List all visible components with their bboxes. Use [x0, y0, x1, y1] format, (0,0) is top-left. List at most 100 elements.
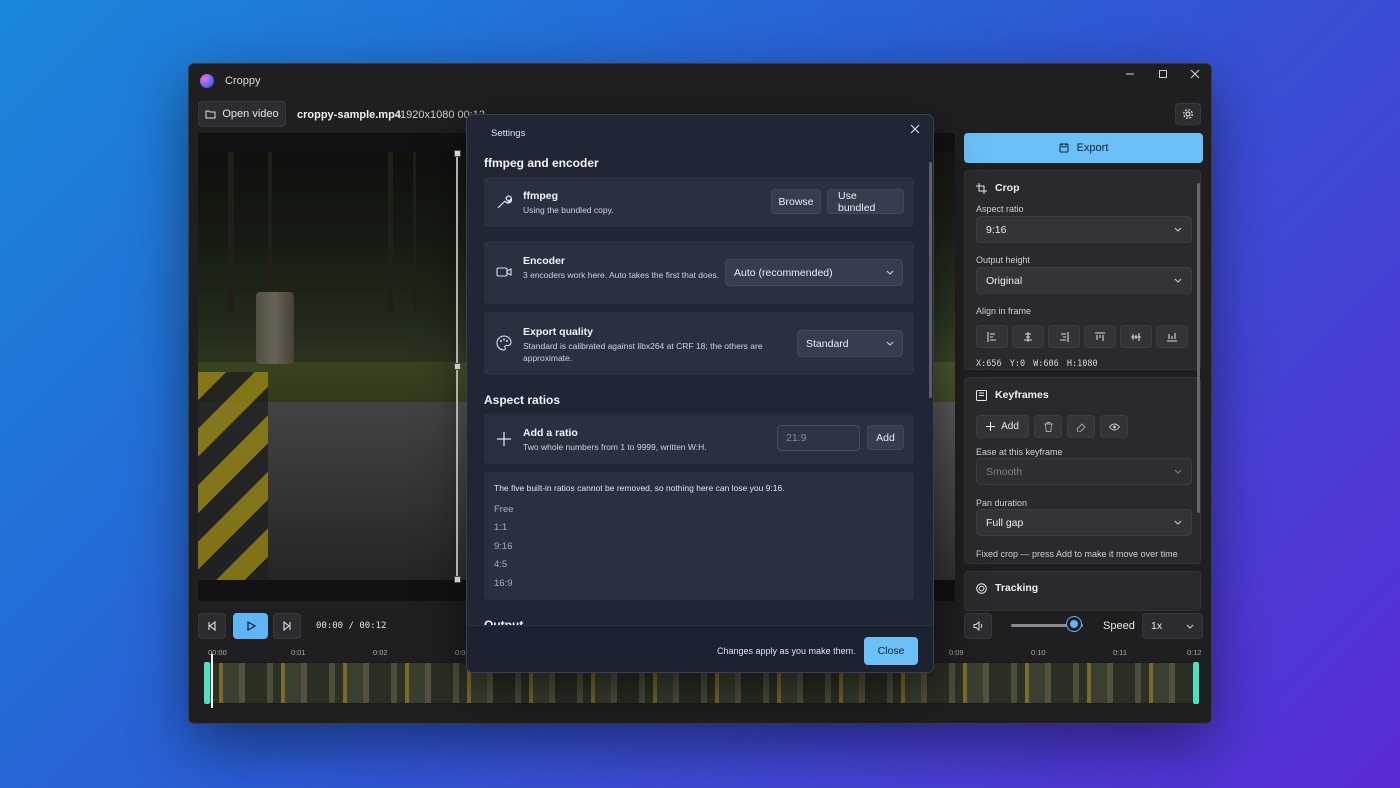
settings-title: Settings	[491, 128, 526, 139]
plus-icon	[986, 422, 996, 431]
timeline-tick: 0:10	[1031, 648, 1046, 657]
quality-card: Export quality Standard is calibrated ag…	[484, 312, 914, 375]
add-ratio-button[interactable]: Add	[867, 425, 904, 450]
align-left-button[interactable]	[976, 325, 1008, 348]
title-bar: Croppy	[189, 64, 1211, 98]
timeline-tick: 0:01	[291, 648, 306, 657]
keyframes-panel: Keyframes Add Ease at this keyframe Smoo…	[964, 377, 1201, 564]
align-left-icon	[987, 331, 997, 342]
eye-icon	[1108, 423, 1120, 431]
skip-back-button[interactable]	[198, 613, 226, 639]
speed-select[interactable]: 1x	[1142, 613, 1203, 639]
quality-select[interactable]: Standard	[797, 330, 903, 357]
chevron-down-icon	[886, 270, 894, 275]
app-title: Croppy	[225, 75, 261, 87]
settings-dialog: Settings ffmpeg and encoder ffmpeg Using…	[466, 114, 934, 673]
ratio-input[interactable]: 21:9	[777, 425, 860, 451]
chevron-down-icon	[1174, 227, 1182, 232]
speed-label: Speed	[1103, 620, 1135, 632]
video-camera-icon	[494, 262, 514, 282]
settings-button[interactable]	[1175, 103, 1201, 125]
encoder-title: Encoder	[523, 255, 566, 267]
align-right-button[interactable]	[1048, 325, 1080, 348]
right-panel-scrollbar[interactable]	[1197, 183, 1200, 513]
ffmpeg-desc: Using the bundled copy.	[523, 205, 614, 215]
tracking-title: Tracking	[976, 582, 1038, 594]
align-center-v-icon	[1131, 332, 1141, 342]
crop-handle-bottom-left[interactable]	[454, 576, 461, 583]
align-top-button[interactable]	[1084, 325, 1116, 348]
minimize-button[interactable]	[1113, 64, 1146, 84]
ffmpeg-title: ffmpeg	[523, 190, 558, 202]
align-label: Align in frame	[976, 306, 1032, 316]
timeline-tick: 0:12	[1187, 648, 1202, 657]
time-readout: 00:00 / 00:12	[316, 621, 387, 631]
settings-footer: Changes apply as you make them. Close	[467, 625, 933, 672]
skip-forward-button[interactable]	[273, 613, 301, 639]
maximize-button[interactable]	[1146, 64, 1179, 84]
timeline-tick: 0:02	[373, 648, 388, 657]
delete-keyframe-button[interactable]	[1034, 415, 1062, 438]
crop-handle-middle-left[interactable]	[454, 363, 461, 370]
ratio-item: 16:9	[494, 578, 513, 589]
add-ratio-title: Add a ratio	[523, 427, 578, 439]
export-button[interactable]: Export	[964, 133, 1203, 163]
add-ratio-card: Add a ratio Two whole numbers from 1 to …	[484, 414, 914, 464]
chevron-down-icon	[1186, 624, 1194, 629]
ffmpeg-card: ffmpeg Using the bundled copy. Browse Us…	[484, 177, 914, 227]
quality-desc: Standard is calibrated against libx264 a…	[523, 341, 763, 363]
ease-label: Ease at this keyframe	[976, 447, 1063, 457]
clear-keyframes-button[interactable]	[1067, 415, 1095, 438]
crop-title: Crop	[976, 182, 1020, 194]
encoder-card: Encoder 3 encoders work here. Auto takes…	[484, 241, 914, 304]
app-logo-icon	[200, 74, 214, 88]
open-video-button[interactable]: Open video	[198, 101, 286, 127]
mute-button[interactable]	[964, 613, 992, 639]
output-height-select[interactable]: Original	[976, 267, 1192, 294]
align-bottom-icon	[1167, 332, 1177, 342]
aspect-ratio-select[interactable]: 9:16	[976, 216, 1192, 243]
align-center-v-button[interactable]	[1120, 325, 1152, 348]
use-bundled-button[interactable]: Use bundled	[827, 189, 904, 214]
export-label: Export	[1076, 142, 1109, 154]
chevron-down-icon	[1174, 520, 1182, 525]
pan-duration-select[interactable]: Full gap	[976, 509, 1192, 536]
close-icon	[910, 124, 920, 134]
wrench-icon	[494, 192, 514, 212]
eraser-icon	[1076, 422, 1086, 432]
ratio-item: 1:1	[494, 522, 508, 533]
close-button[interactable]: Close	[864, 637, 918, 665]
align-bottom-button[interactable]	[1156, 325, 1188, 348]
settings-close-button[interactable]	[905, 119, 925, 139]
encoder-select[interactable]: Auto (recommended)	[725, 259, 903, 286]
settings-scrollbar[interactable]	[929, 162, 932, 398]
ratio-item: 9:16	[494, 541, 513, 552]
timeline-tick: 0:09	[949, 648, 964, 657]
volume-speed-bar: Speed 1x	[964, 613, 1203, 641]
ratios-note: The five built-in ratios cannot be remov…	[494, 483, 785, 493]
align-center-h-button[interactable]	[1012, 325, 1044, 348]
add-keyframe-button[interactable]: Add	[976, 415, 1029, 438]
close-window-button[interactable]	[1178, 64, 1211, 84]
skip-back-icon	[207, 621, 217, 631]
file-name: croppy-sample.mp4	[297, 109, 401, 121]
preview-keyframes-button[interactable]	[1100, 415, 1128, 438]
pan-duration-label: Pan duration	[976, 498, 1028, 508]
tracking-panel: Tracking	[964, 571, 1201, 611]
browse-button[interactable]: Browse	[771, 189, 821, 214]
ease-select[interactable]: Smooth	[976, 458, 1192, 485]
save-icon	[1059, 143, 1069, 153]
crop-handle-top-left[interactable]	[454, 150, 461, 157]
crop-coordinates: X:656 Y:0 W:606 H:1080	[976, 359, 1098, 369]
play-button[interactable]	[233, 613, 268, 639]
keyframe-buttons: Add	[976, 415, 1128, 438]
playhead[interactable]	[211, 654, 213, 708]
quality-title: Export quality	[523, 326, 594, 338]
volume-slider-thumb[interactable]	[1067, 617, 1082, 631]
crop-icon	[976, 182, 987, 194]
trim-start-handle[interactable]	[204, 662, 210, 704]
right-panel: Export Crop Aspect ratio 9:16 Output hei…	[964, 133, 1203, 611]
palette-icon	[494, 333, 514, 353]
add-ratio-desc: Two whole numbers from 1 to 9999, writte…	[523, 442, 707, 452]
trim-end-handle[interactable]	[1193, 662, 1199, 704]
